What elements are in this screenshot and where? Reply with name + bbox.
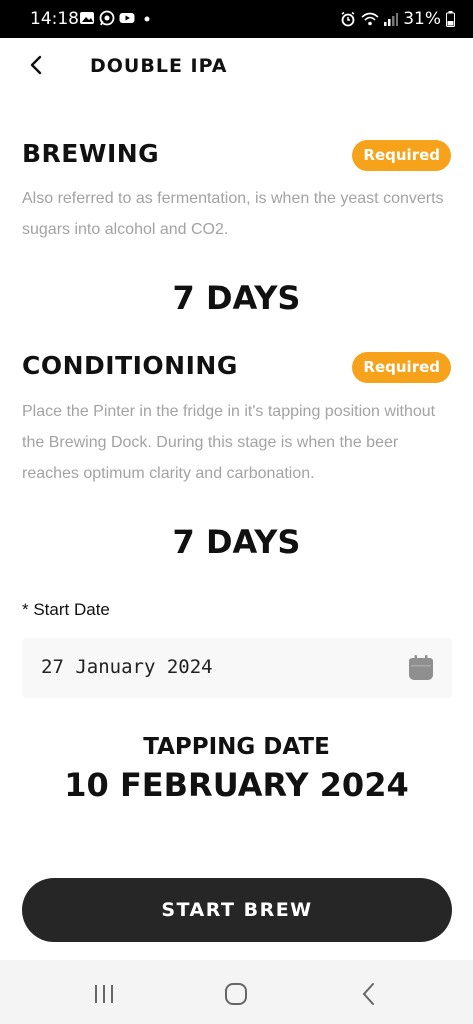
brewing-title: BREWING	[22, 139, 160, 168]
conditioning-title: CONDITIONING	[22, 351, 238, 380]
system-nav-bar	[0, 960, 473, 1024]
app-header: DOUBLE IPA	[0, 38, 473, 96]
alarm-icon	[341, 11, 355, 27]
brewing-duration: 7 DAYS	[172, 279, 301, 317]
brewing-description: Also referred to as fermentation, is whe…	[22, 190, 444, 238]
status-bar: 14:18 31%	[0, 0, 473, 38]
conditioning-required-badge: Required	[352, 352, 451, 383]
system-status: 31%	[340, 9, 455, 29]
recent-apps-icon[interactable]	[90, 980, 118, 1008]
chevron-left-icon	[30, 55, 42, 75]
status-time: 14:18	[30, 9, 79, 29]
battery-icon	[446, 11, 455, 27]
youtube-icon	[119, 13, 135, 23]
calendar-icon[interactable]	[408, 654, 434, 681]
page-title: DOUBLE IPA	[90, 55, 228, 77]
start-date-field[interactable]: 27 January 2024	[22, 638, 452, 698]
signal-icon	[384, 13, 399, 26]
gallery-icon	[80, 12, 94, 24]
notification-icons	[79, 10, 155, 26]
start-date-label: * Start Date	[22, 600, 110, 619]
tapping-date-label: TAPPING DATE	[143, 734, 330, 760]
system-back-icon[interactable]	[355, 980, 383, 1008]
battery-percent: 31%	[403, 9, 441, 29]
conditioning-duration: 7 DAYS	[172, 523, 301, 561]
tapping-date-value: 10 FEBRUARY 2024	[64, 766, 409, 804]
whatsapp-icon	[99, 10, 115, 26]
start-brew-button[interactable]: START BREW	[22, 878, 452, 942]
home-icon[interactable]	[222, 980, 250, 1008]
conditioning-description: Place the Pinter in the fridge in it's t…	[22, 403, 436, 482]
start-date-value: 27 January 2024	[41, 656, 213, 678]
brewing-required-badge: Required	[352, 140, 451, 171]
wifi-icon	[361, 12, 379, 26]
back-button[interactable]	[22, 50, 52, 80]
dot-icon	[144, 16, 150, 22]
